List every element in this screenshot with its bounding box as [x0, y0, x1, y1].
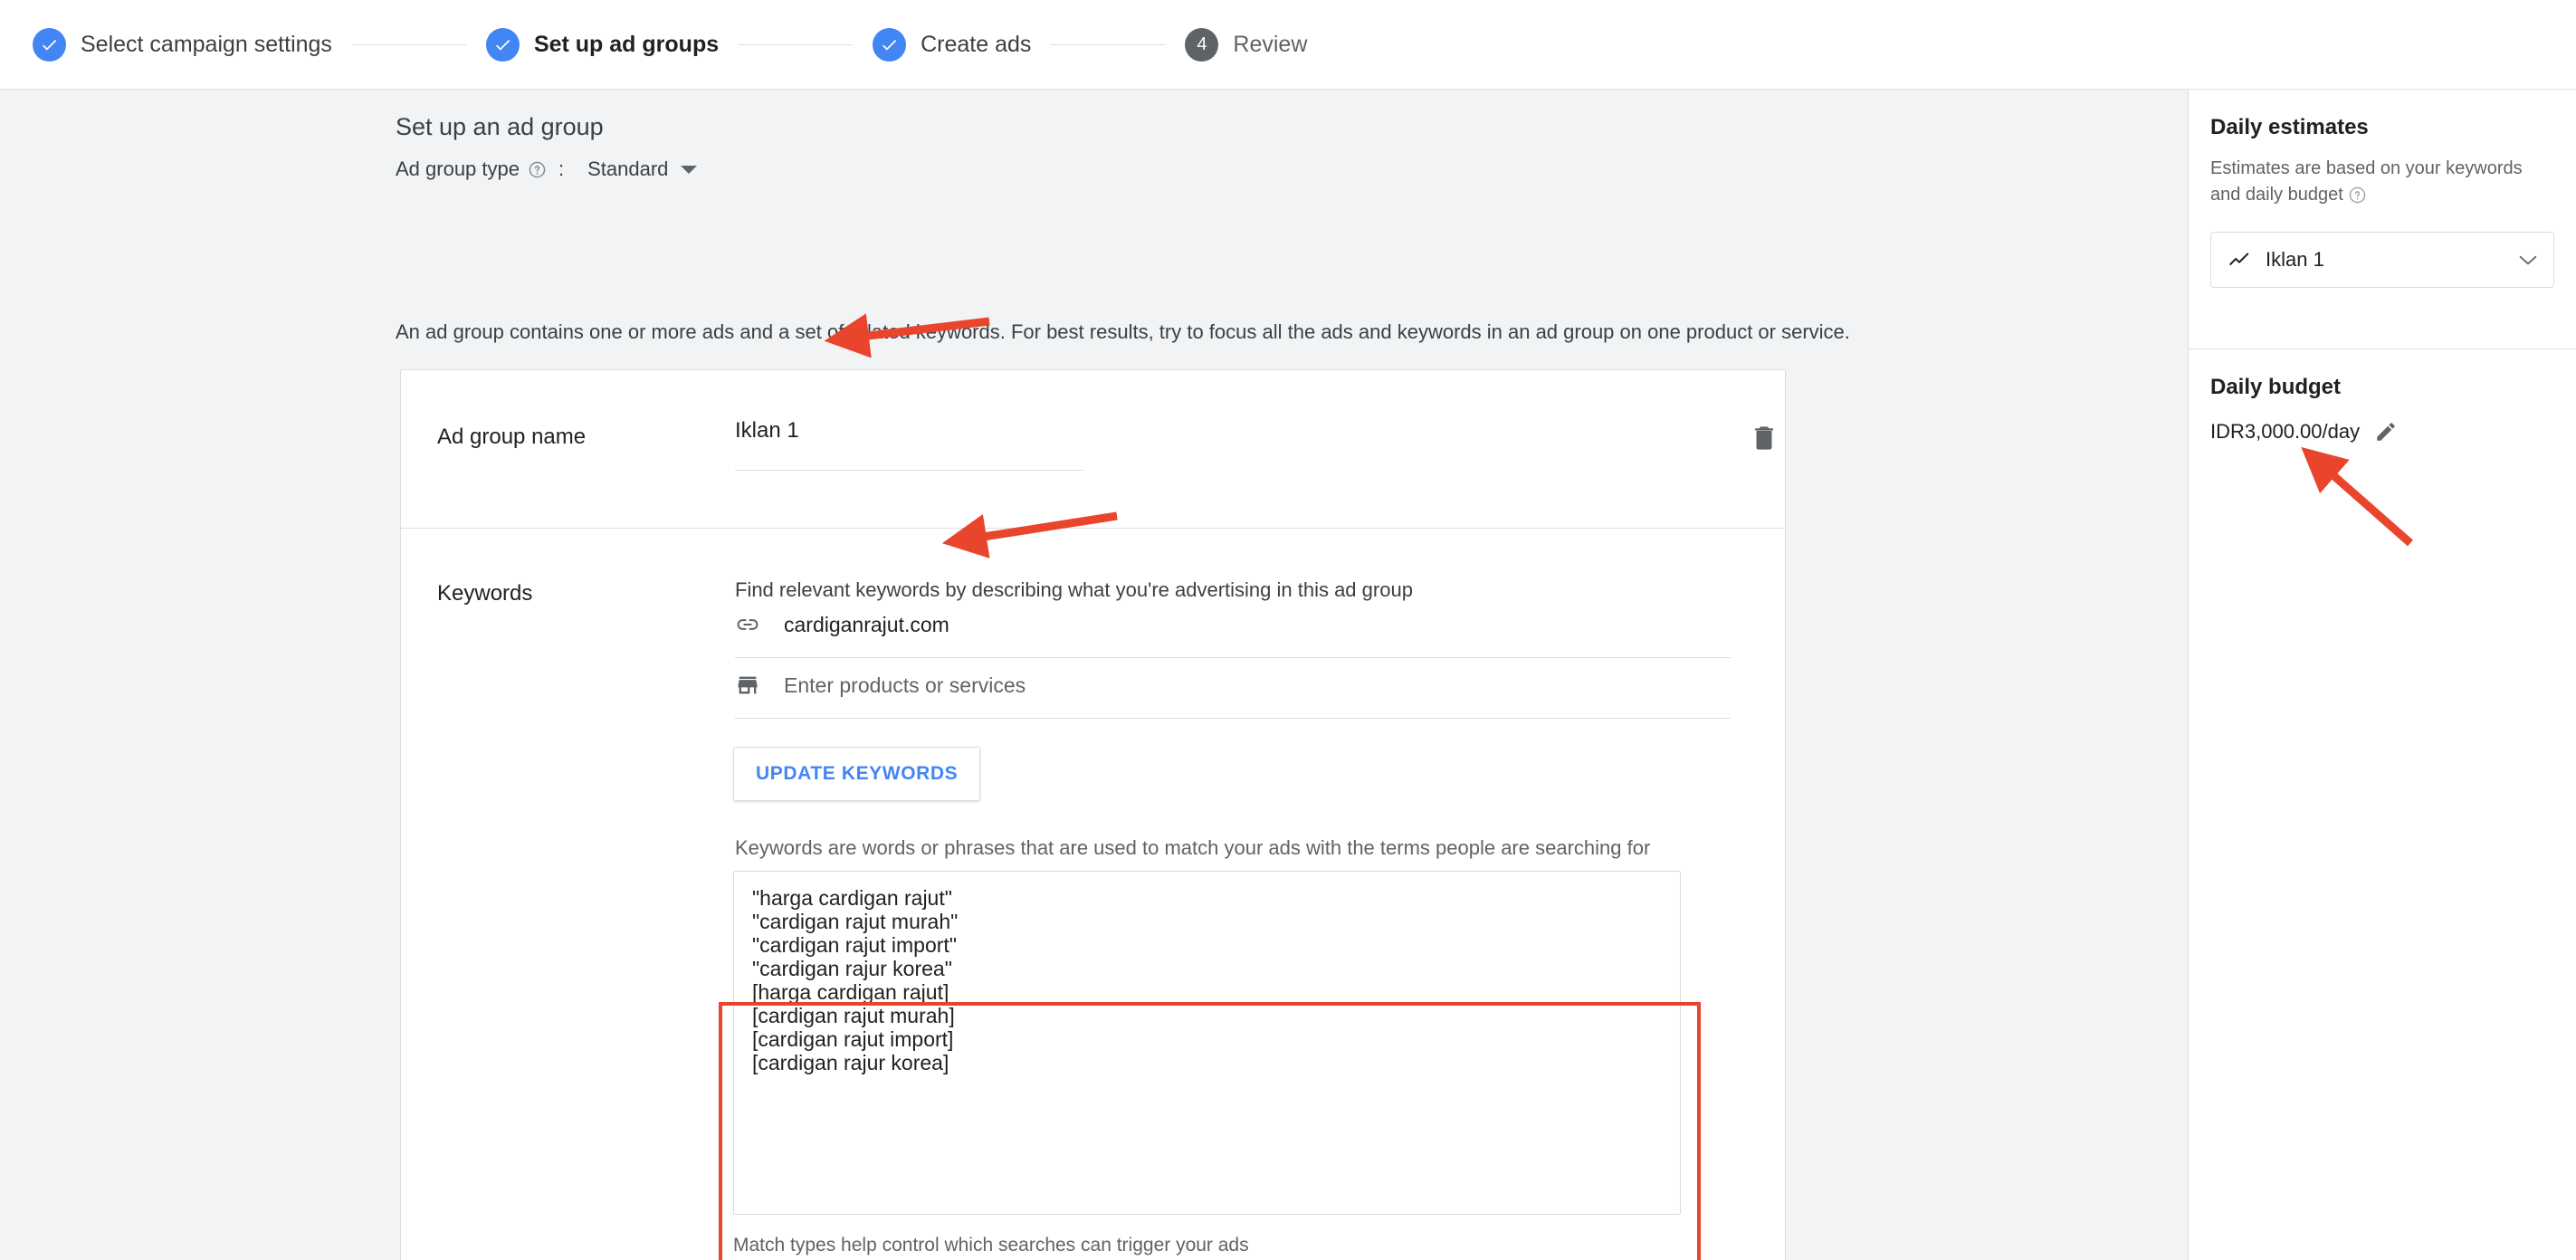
main-content-column: Set up an ad group Ad group type : Stand… [0, 90, 2188, 1260]
ad-group-type-row: Ad group type : Standard [396, 158, 698, 181]
step-label: Set up ad groups [533, 31, 720, 57]
daily-estimates-subtitle: Estimates are based on your keywords and… [2210, 156, 2554, 208]
daily-budget-panel: Daily budget IDR3,000.00/day [2189, 349, 2576, 444]
card-section-divider [401, 528, 1785, 529]
campaign-setup-stepper: Select campaign settings Set up ad group… [0, 0, 2576, 90]
page-title: Set up an ad group [396, 113, 604, 140]
daily-estimates-panel: Daily estimates Estimates are based on y… [2189, 90, 2576, 288]
daily-estimates-group-value: Iklan 1 [2266, 248, 2324, 271]
daily-estimates-group-select[interactable]: Iklan 1 [2210, 232, 2554, 288]
step-set-up-ad-groups[interactable]: Set up ad groups [485, 27, 720, 62]
ad-group-name-field[interactable]: Iklan 1 [735, 418, 1083, 471]
delete-ad-group-button[interactable] [1749, 421, 1779, 453]
check-circle-icon [873, 27, 907, 62]
link-icon [735, 612, 760, 637]
daily-estimates-title: Daily estimates [2210, 115, 2369, 139]
step-label: Select campaign settings [81, 31, 332, 57]
keywords-url-row[interactable]: cardiganrajut.com [735, 612, 1731, 658]
input-underline [735, 470, 1083, 471]
pencil-icon[interactable] [2374, 420, 2398, 444]
ad-group-card: Ad group name Iklan 1 Keywords Find rele… [400, 369, 1786, 1260]
right-sidebar: Daily estimates Estimates are based on y… [2188, 90, 2576, 1260]
step-number-badge: 4 [1185, 27, 1219, 62]
keywords-label: Keywords [437, 581, 533, 606]
ad-group-type-select[interactable]: Standard [587, 158, 698, 181]
daily-budget-title: Daily budget [2210, 375, 2342, 399]
keywords-products-input[interactable]: Enter products or services [784, 673, 1026, 698]
ad-group-type-label: Ad group type [396, 158, 520, 180]
google-ads-adgroup-setup-screen: Select campaign settings Set up ad group… [0, 0, 2576, 1260]
step-create-ads[interactable]: Create ads [873, 27, 1032, 62]
check-circle-icon [33, 27, 66, 62]
trending-line-icon [2228, 248, 2251, 272]
step-label: Create ads [921, 31, 1032, 57]
daily-budget-value-row: IDR3,000.00/day [2210, 420, 2555, 444]
match-types-help-text: Match types help control which searches … [733, 1235, 1249, 1255]
step-review[interactable]: 4 Review [1185, 27, 1308, 62]
ad-group-intro-text: An ad group contains one or more ads and… [396, 320, 1850, 343]
chevron-down-icon [681, 165, 698, 174]
keywords-hint-text: Find relevant keywords by describing wha… [735, 578, 1413, 601]
help-circle-icon[interactable] [528, 160, 547, 179]
keywords-textarea[interactable] [733, 871, 1681, 1215]
step-label: Review [1233, 31, 1308, 57]
stepper-connector [1051, 43, 1166, 45]
ad-group-type-colon: : [558, 158, 565, 180]
ad-group-type-value: Standard [587, 158, 669, 180]
step-select-campaign-settings[interactable]: Select campaign settings [33, 27, 332, 62]
store-icon [735, 673, 760, 698]
chevron-down-icon [2519, 254, 2537, 265]
keywords-products-row[interactable]: Enter products or services [735, 673, 1731, 719]
check-circle-icon [485, 27, 520, 62]
help-circle-icon[interactable] [2348, 186, 2367, 205]
update-keywords-button[interactable]: UPDATE KEYWORDS [733, 747, 981, 801]
ad-group-name-input[interactable]: Iklan 1 [735, 418, 1083, 470]
keywords-url-input[interactable]: cardiganrajut.com [784, 613, 949, 637]
ad-group-name-label: Ad group name [437, 425, 587, 449]
keywords-textarea-description: Keywords are words or phrases that are u… [735, 836, 1651, 859]
stepper-connector [739, 43, 854, 45]
stepper-connector [351, 43, 466, 45]
daily-budget-value: IDR3,000.00/day [2210, 420, 2361, 443]
